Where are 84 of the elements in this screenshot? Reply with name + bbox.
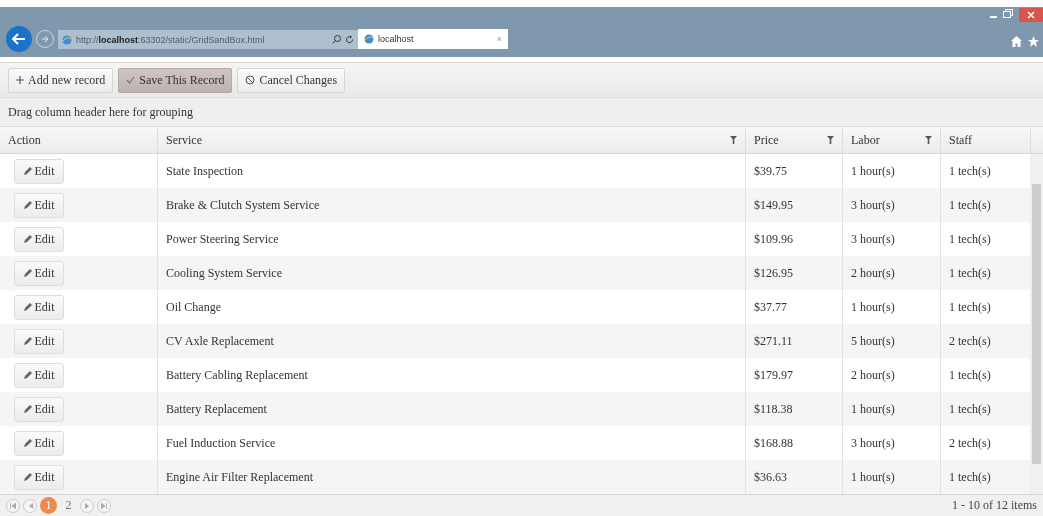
pencil-icon: [23, 303, 32, 311]
next-page-button[interactable]: [80, 498, 94, 513]
table-cell: $36.63: [745, 460, 842, 494]
pencil-icon: [23, 269, 32, 277]
table-cell: 5 hour(s): [842, 324, 940, 358]
grouping-panel: Drag column header here for grouping: [0, 98, 1043, 127]
table-cell: $149.95: [745, 188, 842, 222]
edit-button[interactable]: Edit: [14, 158, 64, 184]
table-cell: 2 tech(s): [940, 324, 1030, 358]
table-cell: $271.11: [745, 324, 842, 358]
table-cell: 1 hour(s): [842, 392, 940, 426]
edit-button[interactable]: Edit: [14, 430, 64, 456]
minimize-icon: [990, 16, 997, 18]
table-cell: Cooling System Service: [157, 256, 745, 290]
filter-icon: [730, 136, 737, 144]
pencil-icon: [23, 371, 32, 379]
last-page-icon: [101, 502, 107, 509]
back-arrow-icon: [12, 33, 26, 45]
edit-button[interactable]: Edit: [14, 362, 64, 388]
table-cell: 1 tech(s): [940, 256, 1030, 290]
edit-button[interactable]: Edit: [14, 260, 64, 286]
browser-logo-icon: [364, 34, 374, 44]
checkmark-icon: [126, 76, 136, 84]
filter-icon: [827, 136, 834, 144]
column-header[interactable]: Staff: [940, 127, 1030, 154]
last-page-button[interactable]: [97, 498, 111, 513]
table-cell: 2 hour(s): [842, 256, 940, 290]
scrollbar-header: [1030, 127, 1043, 154]
table-cell: 1 hour(s): [842, 460, 940, 494]
page-button[interactable]: 2: [60, 497, 77, 514]
cancel-icon: [245, 75, 256, 85]
restore-icon: [1003, 9, 1013, 18]
table-cell: 1 tech(s): [940, 460, 1030, 494]
pencil-icon: [23, 235, 32, 243]
url-text: http://localhost:63302/static/GridSandBox.html: [76, 34, 266, 45]
first-page-icon: [10, 502, 16, 509]
filter-icon: [925, 136, 932, 144]
table-cell: $118.38: [745, 392, 842, 426]
back-button[interactable]: [6, 26, 32, 52]
next-page-icon: [84, 502, 90, 509]
pencil-icon: [23, 201, 32, 209]
column-header[interactable]: Service: [157, 127, 745, 154]
pencil-icon: [23, 405, 32, 413]
table-cell: Brake & Clutch System Service: [157, 188, 745, 222]
edit-button[interactable]: Edit: [14, 226, 64, 252]
column-header[interactable]: Labor: [842, 127, 940, 154]
plus-icon: [16, 76, 24, 84]
close-icon: [1027, 10, 1035, 19]
refresh-icon: [345, 35, 354, 44]
pencil-icon: [23, 473, 32, 481]
column-header[interactable]: Action: [0, 127, 157, 154]
star-icon: [1028, 36, 1039, 47]
toolbar-button[interactable]: Add new record: [8, 67, 114, 93]
table-cell: Battery Replacement: [157, 392, 745, 426]
edit-button[interactable]: Edit: [14, 464, 64, 490]
edit-button[interactable]: Edit: [14, 192, 64, 218]
table-cell: 1 tech(s): [940, 188, 1030, 222]
previous-page-icon: [27, 502, 33, 509]
edit-button[interactable]: Edit: [14, 294, 64, 320]
search-icon: [332, 35, 341, 44]
table-cell: $126.95: [745, 256, 842, 290]
pager-summary: 1 - 10 of 12 items: [952, 498, 1037, 513]
toolbar-button[interactable]: Save This Record: [118, 67, 233, 93]
scrollbar[interactable]: [1030, 154, 1043, 494]
edit-button[interactable]: Edit: [14, 328, 64, 354]
pencil-icon: [23, 337, 32, 345]
column-header[interactable]: Price: [745, 127, 842, 154]
forward-arrow-icon: [41, 35, 49, 43]
table-cell: Engine Air Filter Replacement: [157, 460, 745, 494]
toolbar-button[interactable]: Cancel Changes: [237, 67, 346, 93]
table-cell: 3 hour(s): [842, 188, 940, 222]
pencil-icon: [23, 439, 32, 447]
table-cell: CV Axle Replacement: [157, 324, 745, 358]
address-bar[interactable]: http://localhost:63302/static/GridSandBox.html: [58, 30, 358, 49]
previous-page-button[interactable]: [23, 498, 37, 513]
pencil-icon: [23, 167, 32, 175]
close-button[interactable]: [1019, 7, 1043, 22]
first-page-button[interactable]: [6, 498, 20, 513]
home-icon: [1011, 36, 1022, 47]
browser-logo-icon: [62, 34, 72, 45]
edit-button[interactable]: Edit: [14, 396, 64, 422]
table-cell: 1 tech(s): [940, 392, 1030, 426]
tab-title: localhost: [378, 34, 415, 44]
browser-tab[interactable]: localhost ×: [358, 29, 508, 49]
